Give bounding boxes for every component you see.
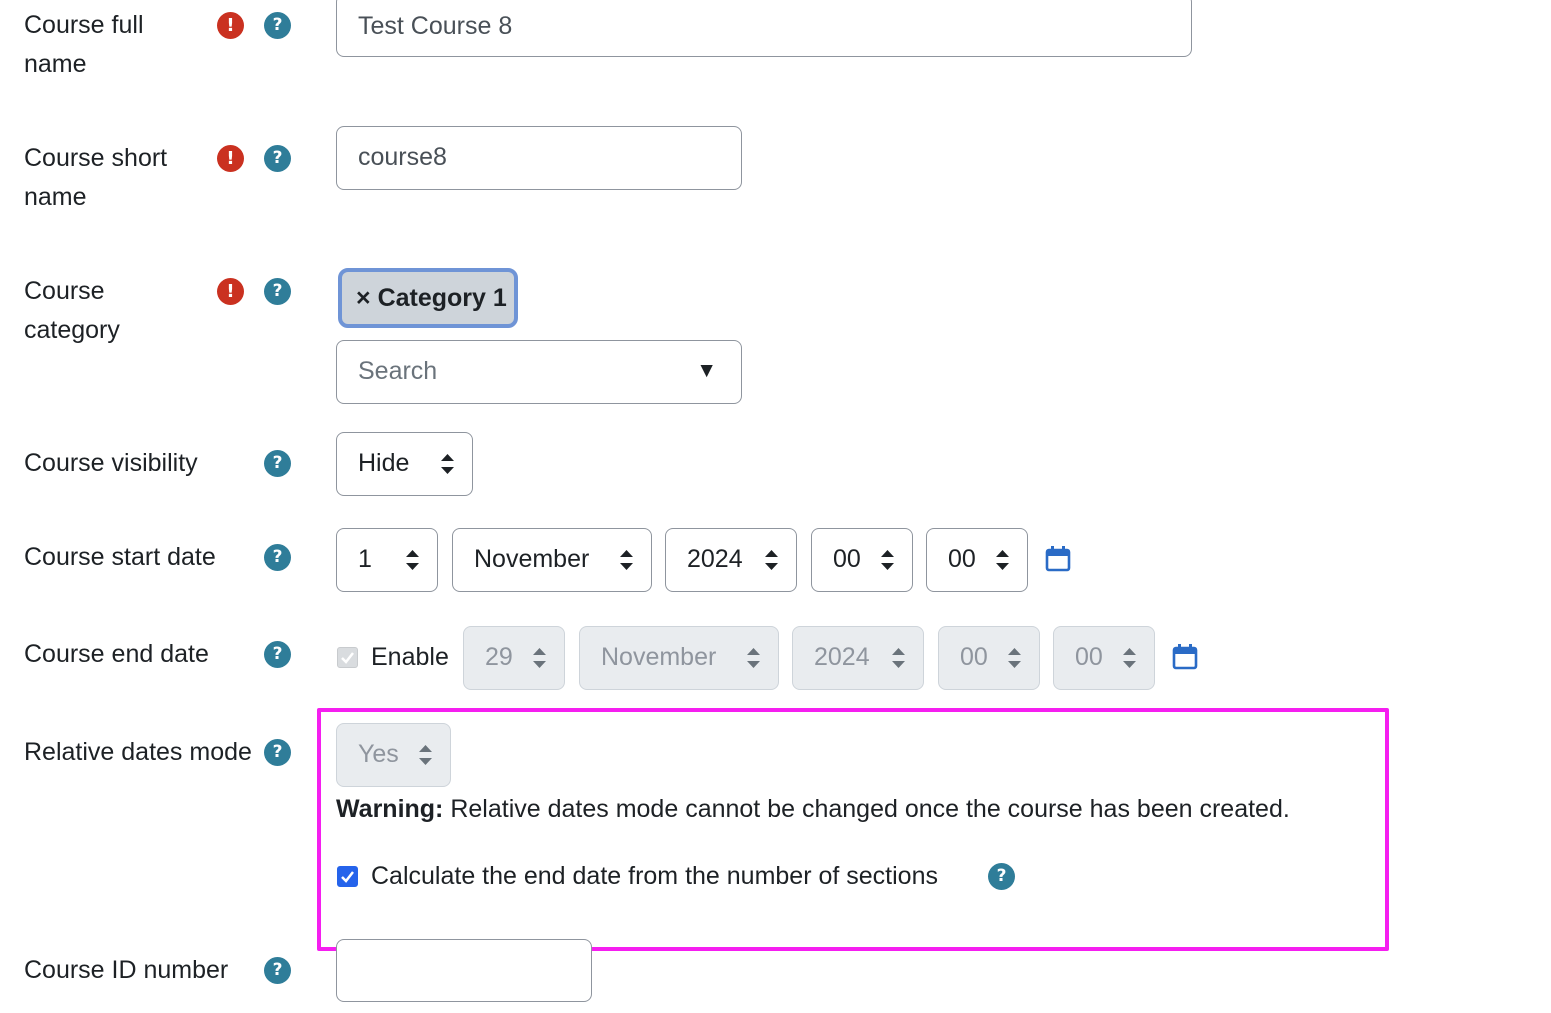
end-date-label: Course end date	[24, 640, 209, 668]
end-minute-value: 00	[1075, 643, 1103, 671]
end-day-value: 29	[485, 643, 513, 671]
end-year-select[interactable]: 2024	[792, 626, 924, 690]
help-icon[interactable]: ?	[264, 145, 291, 172]
category-tag-label: Category 1	[377, 284, 507, 312]
required-icon[interactable]: !	[217, 278, 244, 305]
start-day-value: 1	[358, 545, 372, 573]
fullname-label: Course full name	[24, 11, 144, 78]
relative-dates-label: Relative dates mode	[24, 738, 252, 766]
start-hour-value: 00	[833, 545, 861, 573]
end-date-enable-label: Enable	[371, 643, 449, 671]
category-label: Course category	[24, 277, 120, 344]
help-icon[interactable]: ?	[264, 739, 291, 766]
help-icon[interactable]: ?	[264, 957, 291, 984]
end-date-enable-checkbox[interactable]	[337, 647, 358, 668]
required-icon[interactable]: !	[217, 12, 244, 39]
select-arrows-icon	[406, 550, 419, 570]
remove-tag-icon[interactable]: ×	[356, 284, 371, 312]
select-arrows-icon	[1008, 648, 1021, 668]
select-arrows-icon	[881, 550, 894, 570]
category-search[interactable]: Search ▼	[336, 340, 742, 404]
shortname-label: Course short name	[24, 144, 168, 211]
end-minute-select[interactable]: 00	[1053, 626, 1155, 690]
idnumber-label: Course ID number	[24, 956, 229, 984]
required-icon[interactable]: !	[217, 145, 244, 172]
start-year-value: 2024	[687, 545, 743, 573]
help-icon[interactable]: ?	[264, 544, 291, 571]
select-arrows-icon	[533, 648, 546, 668]
category-tag[interactable]: × Category 1	[338, 268, 518, 328]
start-month-select[interactable]: November	[452, 528, 652, 592]
visibility-label: Course visibility	[24, 449, 198, 477]
start-hour-select[interactable]: 00	[811, 528, 913, 592]
start-month-value: November	[474, 545, 590, 573]
end-year-value: 2024	[814, 643, 870, 671]
check-icon	[341, 652, 354, 664]
select-arrows-icon	[747, 648, 760, 668]
shortname-input[interactable]: course8	[336, 126, 742, 190]
help-icon[interactable]: ?	[264, 450, 291, 477]
fullname-input[interactable]: Test Course 8	[336, 0, 1192, 57]
dropdown-arrow-icon[interactable]: ▼	[696, 341, 717, 401]
start-year-select[interactable]: 2024	[665, 528, 797, 592]
select-arrows-icon	[996, 550, 1009, 570]
select-arrows-icon	[765, 550, 778, 570]
start-minute-select[interactable]: 00	[926, 528, 1028, 592]
start-date-label: Course start date	[24, 543, 216, 571]
highlight-box	[317, 708, 1389, 951]
calendar-icon[interactable]	[1045, 546, 1071, 572]
calendar-icon[interactable]	[1172, 644, 1198, 670]
visibility-value: Hide	[358, 449, 410, 477]
end-month-select[interactable]: November	[579, 626, 779, 690]
help-icon[interactable]: ?	[264, 12, 291, 39]
start-minute-value: 00	[948, 545, 976, 573]
category-search-placeholder: Search	[358, 357, 438, 385]
end-month-value: November	[601, 643, 717, 671]
end-day-select[interactable]: 29	[463, 626, 565, 690]
select-arrows-icon	[892, 648, 905, 668]
help-icon[interactable]: ?	[264, 278, 291, 305]
select-arrows-icon	[1123, 648, 1136, 668]
help-icon[interactable]: ?	[264, 641, 291, 668]
visibility-select[interactable]: Hide	[336, 432, 473, 496]
select-arrows-icon	[620, 550, 633, 570]
end-hour-value: 00	[960, 643, 988, 671]
select-arrows-icon	[441, 454, 454, 474]
idnumber-input[interactable]	[336, 939, 592, 1002]
end-hour-select[interactable]: 00	[938, 626, 1040, 690]
start-day-select[interactable]: 1	[336, 528, 438, 592]
